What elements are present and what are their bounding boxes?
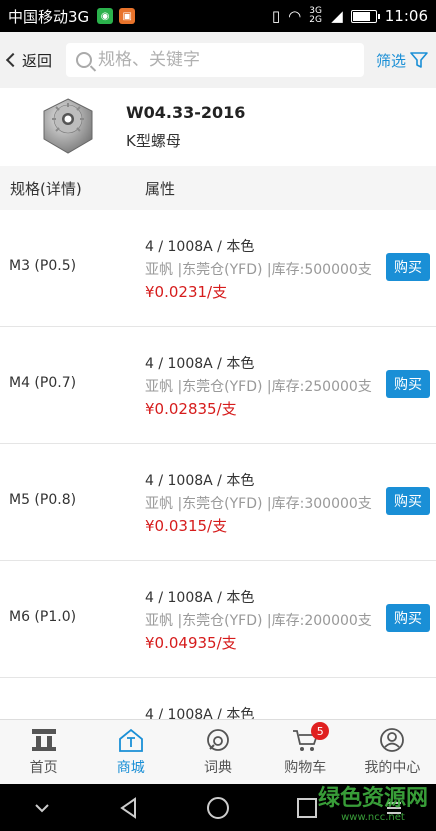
tab-dictionary-label: 词典 [204, 760, 232, 776]
watermark-url: www.ncc.net [341, 812, 405, 823]
watermark-logo: 绿色资源网 www.ncc.net [318, 780, 428, 823]
clock: 11:06 [384, 7, 428, 25]
spec-row[interactable]: M5 (P0.8) 4 / 1008A / 本色 亚帆 |东莞仓(YFD) |库… [0, 444, 436, 561]
price-text: ¥0.04935/支 [145, 634, 237, 652]
filter-label: 筛选 [375, 51, 406, 70]
wechat-icon: ◉ [97, 8, 114, 24]
dictionary-icon [207, 729, 229, 751]
supplier-stock-text: 亚帆 |东莞仓(YFD) |库存:200000支 [145, 613, 372, 629]
spec-row[interactable]: M6 (P1.0) 4 / 1008A / 本色 亚帆 |东莞仓(YFD) |库… [0, 561, 436, 678]
spec-label: M3 (P0.5) [9, 258, 77, 274]
buy-button[interactable]: 购买 [386, 604, 430, 632]
spec-label: M5 (P0.8) [9, 492, 77, 508]
product-header: W04.33-2016 K型螺母 [0, 88, 436, 166]
table-header: 规格(详情) 属性 [0, 166, 436, 210]
buy-button[interactable]: 购买 [386, 253, 430, 281]
back-triangle-icon[interactable] [117, 796, 141, 820]
watermark-text: 绿色资源网 [317, 786, 428, 811]
spec-row[interactable]: M3 (P0.5) 4 / 1008A / 本色 亚帆 |东莞仓(YFD) |库… [0, 210, 436, 327]
tab-mall[interactable]: 商城 [87, 720, 174, 784]
spec-label: M6 (P1.0) [9, 609, 77, 625]
supplier-stock-text: 亚帆 |东莞仓(YFD) |库存:250000支 [145, 379, 372, 395]
chevron-down-icon[interactable] [32, 801, 52, 815]
search-icon [76, 52, 92, 68]
top-bar: 返回 筛选 [0, 32, 436, 88]
column-spec: 规格(详情) [10, 179, 82, 198]
product-code: W04.33-2016 [126, 103, 246, 122]
search-box[interactable] [66, 43, 364, 77]
column-attributes: 属性 [145, 179, 176, 198]
signal-icon: ◢ [331, 7, 343, 25]
chevron-left-icon [5, 52, 21, 68]
tab-home[interactable]: 首页 [0, 720, 87, 784]
user-icon [380, 728, 405, 752]
bottom-tab-bar: 首页 商城 词典 5 购物车 我的中心 [0, 719, 436, 784]
price-text: ¥0.0315/支 [145, 517, 228, 535]
tab-cart[interactable]: 5 购物车 [262, 720, 349, 784]
tab-mall-label: 商城 [116, 760, 145, 776]
status-bar: 中国移动3G ◉ ▣ ▯ ◠ 3G 2G ◢ 11:06 [0, 0, 436, 32]
supplier-stock-text: 亚帆 |东莞仓(YFD) |库存:300000支 [145, 496, 372, 512]
search-input[interactable] [98, 50, 354, 70]
spec-row[interactable]: M4 (P0.7) 4 / 1008A / 本色 亚帆 |东莞仓(YFD) |库… [0, 327, 436, 444]
tab-my-center-label: 我的中心 [364, 760, 421, 776]
attribute-text: 4 / 1008A / 本色 [145, 590, 255, 606]
attribute-text: 4 / 1008A / 本色 [145, 473, 255, 489]
price-text: ¥0.0231/支 [145, 283, 228, 301]
tab-cart-label: 购物车 [284, 760, 327, 776]
vibrate-icon: ▯ [271, 7, 281, 25]
tab-dictionary[interactable]: 词典 [174, 720, 261, 784]
product-name: K型螺母 [126, 132, 181, 150]
spec-list: M3 (P0.5) 4 / 1008A / 本色 亚帆 |东莞仓(YFD) |库… [0, 210, 436, 795]
filter-icon [410, 52, 428, 68]
spec-label: M4 (P0.7) [9, 375, 77, 391]
buy-button[interactable]: 购买 [386, 370, 430, 398]
wifi-icon: ◠ [288, 7, 302, 25]
nut-image [43, 98, 93, 154]
cart-count-badge: 5 [311, 722, 330, 740]
back-button[interactable]: 返回 [5, 50, 64, 71]
home-circle-icon[interactable] [206, 796, 230, 820]
buy-button[interactable]: 购买 [386, 487, 430, 515]
attribute-text: 4 / 1008A / 本色 [145, 239, 255, 255]
filter-button[interactable]: 筛选 [376, 50, 428, 71]
tab-home-label: 首页 [29, 760, 58, 776]
notification-app-icon: ▣ [119, 8, 136, 24]
home-icon [31, 729, 56, 751]
price-text: ¥0.02835/支 [145, 400, 237, 418]
attribute-text: 4 / 1008A / 本色 [145, 356, 255, 372]
tab-my-center[interactable]: 我的中心 [349, 720, 436, 784]
battery-icon [350, 9, 380, 23]
carrier-label: 中国移动3G [8, 7, 90, 26]
supplier-stock-text: 亚帆 |东莞仓(YFD) |库存:500000支 [145, 262, 372, 278]
recents-square-icon[interactable] [295, 796, 319, 820]
mall-icon [118, 728, 143, 752]
back-label: 返回 [22, 51, 53, 70]
network-type-label: 3G 2G [309, 6, 322, 25]
